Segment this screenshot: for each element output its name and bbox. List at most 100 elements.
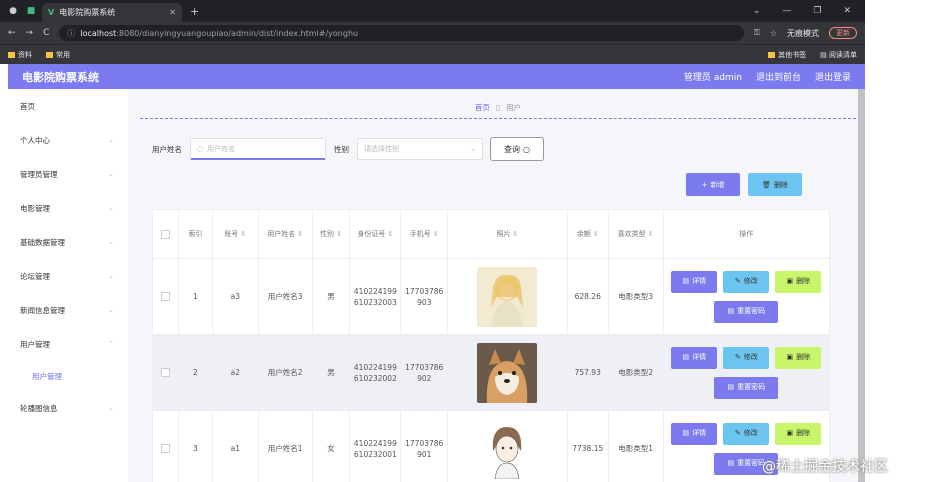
header-phone[interactable]: 手机号 ⇕ <box>401 210 449 258</box>
reset-label: 重置密码 <box>737 307 766 315</box>
sidebar-item-home[interactable]: 首页 <box>8 89 128 123</box>
url-path: :8080/dianyingyuangoupiao/admin/dist/ind… <box>116 28 359 38</box>
logout-link[interactable]: 退出登录 <box>815 70 851 83</box>
sort-icon[interactable]: ⇕ <box>297 229 303 240</box>
info-icon: ⓘ <box>67 28 76 38</box>
sidebar-item-users[interactable]: 用户管理 ⌃ <box>8 327 128 361</box>
batch-delete-button[interactable]: 🗑 删除 <box>748 173 802 196</box>
bookmark-folder[interactable]: 常用 <box>46 50 70 60</box>
sidebar-item-news[interactable]: 新闻信息管理 ⌄ <box>8 293 128 327</box>
sidebar-item-personal[interactable]: 个人中心 ⌄ <box>8 123 128 157</box>
plus-icon: + <box>701 180 708 189</box>
bookmarks-right: 其他书签 ▤ 阅读清单 <box>768 50 857 60</box>
edit-icon: ✎ <box>734 353 741 361</box>
header-account[interactable]: 账号 ⇕ <box>213 210 259 258</box>
sort-icon[interactable]: ⇕ <box>336 229 342 240</box>
row-select-cell[interactable] <box>153 411 179 482</box>
sidebar-item-label: 电影管理 <box>20 203 50 213</box>
sidebar-item-carousel[interactable]: 轮播图信息 ⌄ <box>8 391 128 425</box>
header-name[interactable]: 用户姓名 ⇕ <box>259 210 313 258</box>
detail-button[interactable]: ▤ 详情 <box>671 422 718 445</box>
sidebar-item-label: 轮播图信息 <box>20 403 58 413</box>
star-icon[interactable]: ☆ <box>770 29 777 38</box>
incognito-label[interactable]: 无痕模式 <box>787 28 819 39</box>
user-photo <box>477 266 538 327</box>
back-icon[interactable]: ← <box>8 28 16 38</box>
row-checkbox[interactable] <box>160 368 170 377</box>
sex-label: 性别 <box>334 144 349 154</box>
row-select-cell[interactable] <box>153 335 179 410</box>
forward-icon[interactable]: → <box>26 28 34 38</box>
url-host: localhost <box>80 28 117 38</box>
sort-icon[interactable]: ⇕ <box>433 229 439 240</box>
page-scrollbar[interactable] <box>858 89 865 482</box>
sort-icon[interactable]: ⇕ <box>593 229 599 240</box>
detail-button[interactable]: ▤ 详情 <box>671 346 718 369</box>
update-button[interactable]: 更新 <box>829 27 857 39</box>
window-controls: ⌄ — ❐ ✕ <box>753 6 865 16</box>
sort-icon[interactable]: ⇕ <box>648 229 654 240</box>
detail-icon: ▤ <box>682 429 690 437</box>
breadcrumb-home[interactable]: 首页 <box>475 102 490 113</box>
row-checkbox[interactable] <box>160 292 170 301</box>
sidebar-subitem-user-manage[interactable]: 用户管理 <box>8 361 128 391</box>
reset-password-button[interactable]: ▤ 重置密码 <box>714 300 779 323</box>
github-icon[interactable]: ● <box>6 4 20 18</box>
new-tab-icon[interactable]: + <box>190 5 199 18</box>
header-label: 喜欢类型 <box>617 229 646 238</box>
sidebar-item-label: 个人中心 <box>20 135 50 145</box>
sidebar-item-movie[interactable]: 电影管理 ⌄ <box>8 191 128 225</box>
header-sex[interactable]: 性别 ⇕ <box>313 210 351 258</box>
address-field[interactable]: ⓘ localhost:8080/dianyingyuangoupiao/adm… <box>59 25 744 41</box>
other-bookmarks[interactable]: 其他书签 <box>768 50 806 60</box>
phone-cell: 17703786901 <box>401 411 449 482</box>
reset-password-button[interactable]: ▤ 重置密码 <box>714 376 779 399</box>
select-all-checkbox[interactable] <box>160 229 170 239</box>
header-select-all[interactable] <box>153 210 179 258</box>
minimize-icon[interactable]: — <box>782 6 791 16</box>
other-bookmarks-label: 其他书签 <box>778 50 807 59</box>
close-window-icon[interactable]: ✕ <box>843 6 851 16</box>
reload-icon[interactable]: C <box>43 28 49 38</box>
edit-button[interactable]: ✎ 修改 <box>723 422 770 445</box>
sort-icon[interactable]: ⇕ <box>387 229 393 240</box>
delete-button[interactable]: ▣ 删除 <box>775 422 822 445</box>
row-checkbox[interactable] <box>160 444 170 453</box>
header-balance[interactable]: 余额 ⇕ <box>568 210 609 258</box>
reading-list[interactable]: ▤ 阅读清单 <box>820 50 857 60</box>
sidebar-item-forum[interactable]: 论坛管理 ⌄ <box>8 259 128 293</box>
sex-select[interactable]: 请选择性别 ⌄ <box>357 138 483 160</box>
header-label: 操作 <box>739 229 754 238</box>
bookmark-folder[interactable]: 资料 <box>8 50 32 60</box>
restore-icon[interactable]: ❐ <box>813 6 821 16</box>
query-button[interactable]: 查询 ○ <box>490 137 544 161</box>
delete-button[interactable]: ▣ 删除 <box>775 270 822 293</box>
edit-button[interactable]: ✎ 修改 <box>723 270 770 293</box>
detail-label: 详情 <box>692 277 707 285</box>
key-icon[interactable]: ⚿ <box>754 28 760 38</box>
sort-icon[interactable]: ⇕ <box>513 229 519 240</box>
browser-tab[interactable]: V 电影院购票系统 ✕ <box>42 3 182 22</box>
add-button[interactable]: + 新增 <box>686 173 740 196</box>
to-front-link[interactable]: 退出到前台 <box>756 70 801 83</box>
header-photo[interactable]: 照片 ⇕ <box>448 210 568 258</box>
header-idcard[interactable]: 身份证号 ⇕ <box>350 210 402 258</box>
chevron-down-icon[interactable]: ⌄ <box>753 6 761 16</box>
main-content: 首页 ▯ 用户 用户姓名 ○ 用户姓名 性别 请选择性别 ⌄ 查询 ○ + 新增… <box>128 89 858 482</box>
delete-label: 删除 <box>796 429 811 437</box>
name-search-input[interactable]: ○ 用户姓名 <box>190 138 326 160</box>
edit-button[interactable]: ✎ 修改 <box>723 346 770 369</box>
detail-button[interactable]: ▤ 详情 <box>671 270 718 293</box>
header-type[interactable]: 喜欢类型 ⇕ <box>609 210 664 258</box>
user-table: 索引 账号 ⇕ 用户姓名 ⇕ 性别 ⇕ 身份证号 ⇕ 手机号 ⇕ 照片 ⇕ 余额 ⇕ 喜欢类型… <box>152 209 830 482</box>
sort-icon[interactable]: ⇕ <box>240 229 246 240</box>
header-label: 手机号 <box>409 229 431 238</box>
close-icon[interactable]: ✕ <box>169 8 176 17</box>
delete-button[interactable]: ▣ 删除 <box>775 346 822 369</box>
app-icon[interactable]: ■ <box>24 4 38 18</box>
sidebar-item-admin[interactable]: 管理员管理 ⌄ <box>8 157 128 191</box>
sidebar-item-basedata[interactable]: 基础数据管理 ⌄ <box>8 225 128 259</box>
row-select-cell[interactable] <box>153 259 179 334</box>
sex-cell: 女 <box>313 411 351 482</box>
chevron-down-icon: ⌄ <box>470 145 476 153</box>
